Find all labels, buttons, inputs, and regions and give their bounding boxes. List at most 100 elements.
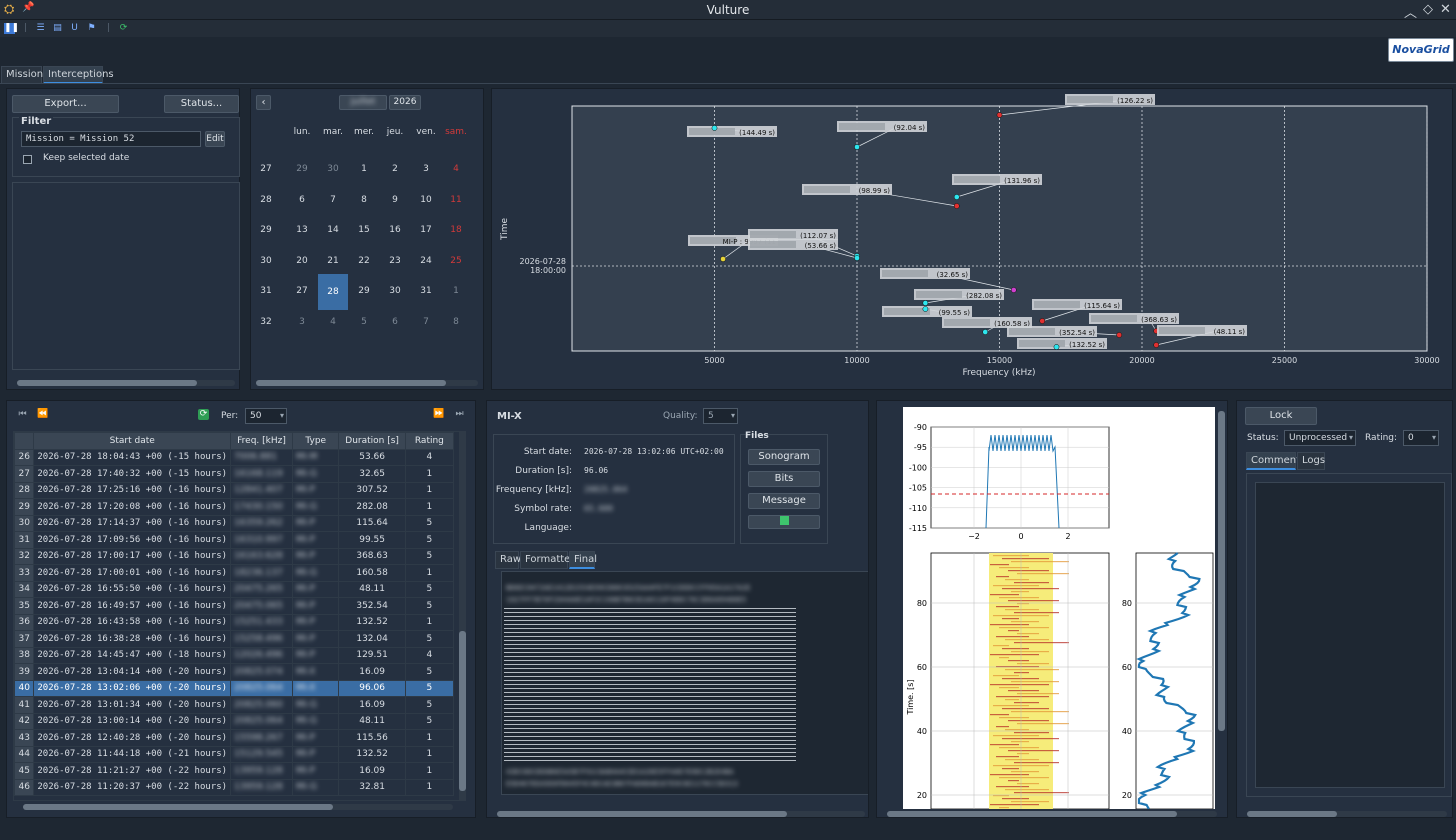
column-header[interactable]: Start date bbox=[33, 432, 232, 450]
sonogram-button[interactable]: Sonogram bbox=[748, 449, 820, 465]
quality-select[interactable]: 5 ▾ bbox=[703, 408, 738, 424]
status-button[interactable]: Status... bbox=[164, 95, 239, 113]
plots-hscroll[interactable] bbox=[887, 811, 1217, 817]
column-header[interactable]: Freq. [kHz] bbox=[230, 432, 294, 450]
table-hscroll[interactable] bbox=[23, 804, 453, 810]
profile-axes[interactable] bbox=[1135, 552, 1214, 810]
table-row[interactable]: 27 2026-07-28 17:40:32 +00 (-15 hours) 161… bbox=[14, 465, 455, 483]
calendar-day[interactable]: 28 bbox=[318, 274, 348, 310]
align-center-icon[interactable]: ▤ bbox=[52, 23, 63, 34]
table-row[interactable]: 41 2026-07-28 13:01:34 +00 (-20 hours) 208… bbox=[14, 696, 455, 714]
tab-comments[interactable]: Comments bbox=[1246, 452, 1305, 470]
first-page-icon[interactable]: ⏮ bbox=[17, 409, 28, 420]
calendar-day[interactable]: 14 bbox=[318, 225, 348, 235]
calendar-day[interactable]: 1 bbox=[441, 286, 471, 296]
tab-interceptions[interactable]: Interceptions bbox=[43, 66, 114, 84]
calendar-day[interactable]: 18 bbox=[441, 225, 471, 235]
table-row[interactable]: 36 2026-07-28 16:43:58 +00 (-16 hours) 152… bbox=[14, 613, 455, 631]
edit-filter-button[interactable]: Edit bbox=[205, 131, 225, 147]
export-button[interactable]: Export... bbox=[12, 95, 119, 113]
filter-query-input[interactable]: Mission = Mission 52 bbox=[21, 131, 201, 147]
interception-marker[interactable] bbox=[1116, 332, 1123, 338]
timeline-plot[interactable]: 5000 10000 15000 20000 25000 30000 2026-07-281… bbox=[492, 89, 1454, 391]
detail-hscroll[interactable] bbox=[497, 811, 865, 817]
interception-marker[interactable] bbox=[996, 112, 1003, 118]
table-row[interactable]: 34 2026-07-28 16:55:50 +00 (-16 hours) 204… bbox=[14, 580, 455, 598]
calendar-day[interactable]: 30 bbox=[380, 286, 410, 296]
table-row[interactable]: 28 2026-07-28 17:25:16 +00 (-16 hours) 128… bbox=[14, 481, 455, 499]
interception-marker[interactable] bbox=[922, 300, 929, 306]
interception-marker[interactable] bbox=[720, 256, 726, 262]
table-row[interactable]: 45 2026-07-28 11:21:27 +00 (-22 hours) 139… bbox=[14, 762, 455, 780]
tab-logs[interactable]: Logs bbox=[1297, 452, 1325, 470]
message-button[interactable]: Message bbox=[748, 493, 820, 509]
calendar-day[interactable]: 23 bbox=[380, 256, 410, 266]
table-row[interactable]: 31 2026-07-28 17:09:56 +00 (-16 hours) 163… bbox=[14, 531, 455, 549]
flag-icon[interactable]: ⚑ bbox=[86, 23, 97, 34]
calendar-day[interactable]: 30 bbox=[318, 164, 348, 174]
calendar-day[interactable]: 29 bbox=[287, 164, 317, 174]
per-page-select[interactable]: 50 ▾ bbox=[245, 408, 287, 424]
year-selector[interactable]: 2026 bbox=[389, 95, 421, 110]
table-row[interactable]: 26 2026-07-28 18:04:43 +00 (-15 hours) 700… bbox=[14, 448, 455, 466]
refresh-icon[interactable]: ⟳ bbox=[118, 23, 129, 34]
calendar-day[interactable]: 3 bbox=[411, 164, 441, 174]
calendar-day[interactable]: 22 bbox=[349, 256, 379, 266]
table-row[interactable]: 29 2026-07-28 17:20:08 +00 (-16 hours) 174… bbox=[14, 498, 455, 516]
comments-area[interactable] bbox=[1246, 473, 1452, 797]
column-header[interactable]: Type bbox=[292, 432, 340, 450]
calendar-day[interactable]: 13 bbox=[287, 225, 317, 235]
keep-date-checkbox[interactable] bbox=[23, 155, 32, 164]
column-header[interactable]: Duration [s] bbox=[338, 432, 406, 450]
minimize-icon[interactable]: ︿ bbox=[1404, 2, 1417, 21]
next-page-icon[interactable]: ⏩ bbox=[433, 409, 444, 420]
underline-icon[interactable]: U bbox=[69, 23, 80, 34]
tab-raw[interactable]: Raw bbox=[495, 551, 521, 569]
close-icon[interactable]: ✕ bbox=[1440, 2, 1451, 17]
calendar-day[interactable]: 8 bbox=[441, 317, 471, 327]
tab-missions[interactable]: Missions bbox=[1, 66, 48, 84]
calendar-day[interactable]: 24 bbox=[411, 256, 441, 266]
calendar-day[interactable]: 27 bbox=[287, 286, 317, 296]
comments-editor[interactable] bbox=[1255, 482, 1445, 788]
message-view[interactable]: BD6EC0472AE1412D1554E99CD80C6525AA4FE7F1… bbox=[501, 571, 868, 795]
table-row[interactable]: 35 2026-07-28 16:49:57 +00 (-16 hours) 204… bbox=[14, 597, 455, 615]
status-select[interactable]: Unprocessed ▾ bbox=[1284, 430, 1356, 446]
table-row[interactable]: 30 2026-07-28 17:14:37 +00 (-16 hours) 163… bbox=[14, 514, 455, 532]
maximize-icon[interactable]: ◇ bbox=[1423, 2, 1433, 17]
signal-plots[interactable]: -90 -95 -100 -105 -110 -115 −2 0 2 80 60 40 20 Time. … bbox=[903, 407, 1215, 810]
table-row[interactable]: 33 2026-07-28 17:00:01 +00 (-16 hours) 182… bbox=[14, 564, 455, 582]
bits-button[interactable]: Bits bbox=[748, 471, 820, 487]
calendar-day[interactable]: 25 bbox=[441, 256, 471, 266]
lock-button[interactable]: Lock bbox=[1245, 407, 1317, 425]
table-vscroll[interactable] bbox=[459, 431, 466, 801]
calendar-day[interactable]: 20 bbox=[287, 256, 317, 266]
table-row[interactable]: 43 2026-07-28 12:40:28 +00 (-20 hours) 155… bbox=[14, 729, 455, 747]
interception-marker[interactable] bbox=[982, 329, 989, 335]
calendar-day[interactable]: 4 bbox=[318, 317, 348, 327]
column-header[interactable]: Rating bbox=[404, 432, 455, 450]
interception-marker[interactable] bbox=[1039, 318, 1046, 324]
calendar-day[interactable]: 16 bbox=[380, 225, 410, 235]
calendar-day[interactable]: 29 bbox=[349, 286, 379, 296]
table-row[interactable]: 40 2026-07-28 13:02:06 +00 (-20 hours) 208… bbox=[14, 679, 455, 697]
pause-icon[interactable]: ❚❚ bbox=[4, 23, 19, 34]
play-button[interactable] bbox=[748, 515, 820, 529]
plots-vscroll[interactable] bbox=[1218, 411, 1225, 731]
interception-marker[interactable] bbox=[1010, 287, 1017, 293]
interception-marker[interactable] bbox=[953, 194, 960, 200]
calendar-day[interactable]: 6 bbox=[287, 195, 317, 205]
interception-marker[interactable] bbox=[922, 306, 929, 312]
calendar-day[interactable]: 7 bbox=[318, 195, 348, 205]
tab-final[interactable]: Final bbox=[569, 551, 597, 569]
table-row[interactable]: 44 2026-07-28 11:44:18 +00 (-21 hours) 151… bbox=[14, 745, 455, 763]
calendar-day[interactable]: 11 bbox=[441, 195, 471, 205]
calendar-day[interactable]: 10 bbox=[411, 195, 441, 205]
tab-formatted[interactable]: Formatted bbox=[520, 551, 577, 569]
calendar-day[interactable]: 31 bbox=[411, 286, 441, 296]
rating-select[interactable]: 0 ▾ bbox=[1403, 430, 1439, 446]
calendar-day[interactable]: 7 bbox=[411, 317, 441, 327]
interception-marker[interactable] bbox=[854, 255, 860, 261]
month-selector[interactable]: juillet bbox=[339, 95, 387, 110]
interception-marker[interactable] bbox=[711, 125, 718, 131]
